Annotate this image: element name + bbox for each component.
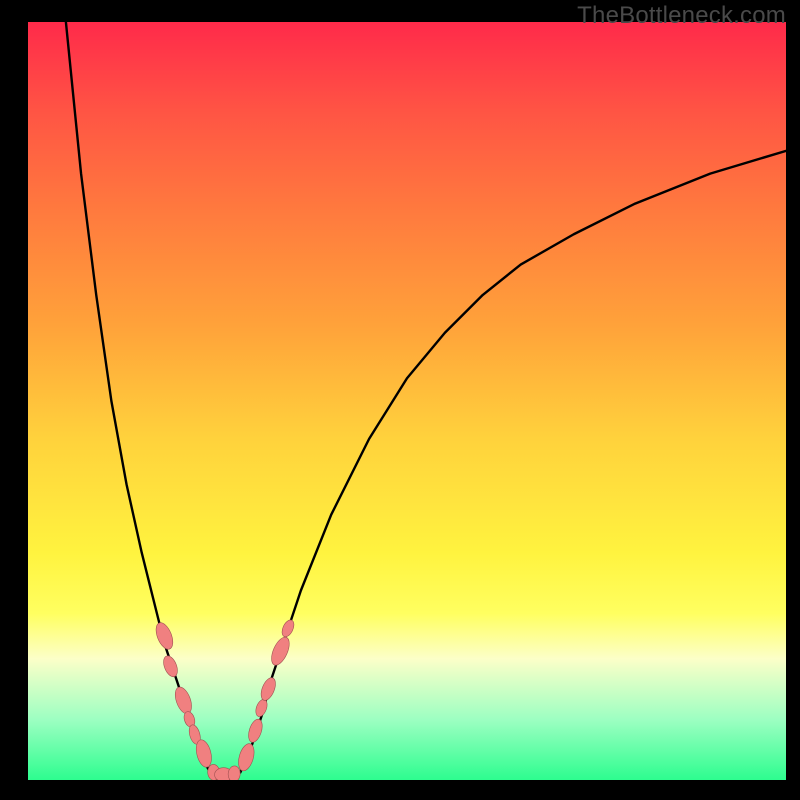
chart-svg [28,22,786,780]
marker-bead [172,685,195,716]
marker-bead [153,620,176,651]
marker-bead [246,717,265,744]
marker-bead [268,635,293,668]
marker-group [153,618,297,780]
plot-area [28,22,786,780]
marker-bead [280,618,297,639]
curve-left [66,22,210,772]
marker-bead [228,765,241,780]
marker-bead [258,676,278,703]
marker-bead [236,742,257,773]
outer-frame: TheBottleneck.com [0,0,800,800]
marker-bead [161,654,180,679]
curve-right [240,151,786,773]
watermark-text: TheBottleneck.com [577,2,786,30]
